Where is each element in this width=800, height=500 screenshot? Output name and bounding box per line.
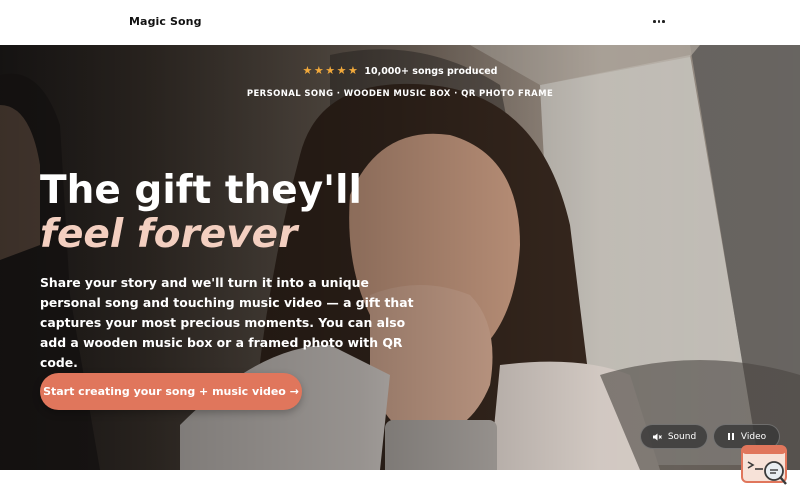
- rating-text: 10,000+ songs produced: [364, 66, 498, 77]
- site-header: Magic Song: [0, 0, 800, 45]
- headline-line2: feel forever: [40, 212, 298, 257]
- star-rating-icon: ★★★★★: [302, 64, 360, 77]
- product-tagline: PERSONAL SONG · WOODEN MUSIC BOX · QR PH…: [246, 89, 554, 99]
- sound-toggle-button[interactable]: Sound: [640, 424, 708, 449]
- brand-logo[interactable]: Magic Song: [129, 15, 202, 28]
- headline-line1: The gift they'll: [40, 168, 362, 213]
- more-horizontal-icon[interactable]: [652, 14, 666, 28]
- hero-section: ★★★★★ 10,000+ songs produced PERSONAL SON…: [0, 45, 800, 470]
- rating-line: ★★★★★ 10,000+ songs produced: [0, 64, 800, 77]
- start-creating-button[interactable]: Start creating your song + music video →: [40, 373, 302, 410]
- chat-support-icon[interactable]: [741, 445, 789, 487]
- mute-icon: [652, 433, 662, 440]
- sound-label: Sound: [667, 431, 697, 442]
- pause-icon: [727, 433, 734, 440]
- video-label: Video: [740, 431, 767, 442]
- hero-description: Share your story and we'll turn it into …: [40, 275, 414, 370]
